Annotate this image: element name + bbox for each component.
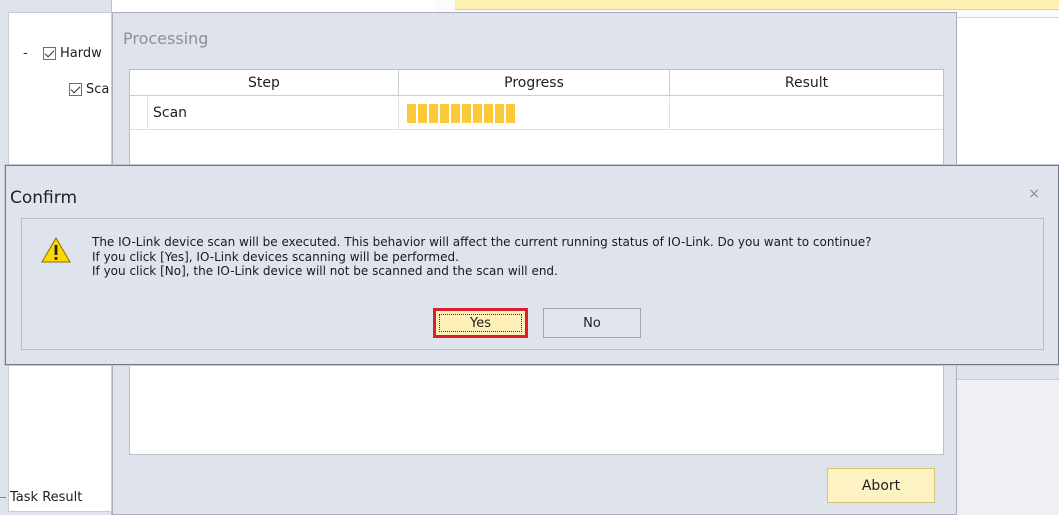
- progress-cell: [399, 97, 670, 130]
- processing-title: Processing: [123, 29, 209, 48]
- progress-segment: [506, 104, 515, 123]
- close-icon[interactable]: ×: [1028, 186, 1040, 202]
- result-cell: [670, 97, 943, 130]
- message-line: If you click [Yes], IO-Link devices scan…: [92, 249, 459, 264]
- column-header-result[interactable]: Result: [670, 70, 943, 96]
- progress-segment: [473, 104, 482, 123]
- abort-button[interactable]: Abort: [827, 468, 935, 503]
- progress-segment: [407, 104, 416, 123]
- message-line: If you click [No], the IO-Link device wi…: [92, 264, 558, 278]
- task-result-group: Task Result: [0, 490, 82, 505]
- column-header-step[interactable]: Step: [130, 70, 399, 96]
- yes-button[interactable]: Yes: [433, 308, 528, 338]
- confirm-dialog: Confirm × The IO-Link device scan will b…: [5, 165, 1059, 365]
- column-header-progress[interactable]: Progress: [399, 70, 670, 96]
- tree-item-label: Sca: [86, 81, 110, 97]
- progress-segment: [418, 104, 427, 123]
- progress-segment: [440, 104, 449, 123]
- background-right-inner: [957, 379, 1059, 515]
- tree-item-hardware[interactable]: - Hardw: [23, 43, 102, 63]
- table-header: Step Progress Result: [130, 70, 943, 96]
- warning-icon: [41, 237, 71, 263]
- confirm-title: Confirm: [10, 188, 78, 208]
- progress-segment: [451, 104, 460, 123]
- tree-item-label: Hardw: [60, 45, 102, 61]
- task-result-label: Task Result: [10, 490, 83, 505]
- progress-segment: [495, 104, 504, 123]
- background-highlight-bar: [455, 0, 1059, 10]
- collapse-icon[interactable]: -: [23, 46, 33, 61]
- confirm-body: The IO-Link device scan will be executed…: [21, 218, 1044, 350]
- progress-segment: [484, 104, 493, 123]
- group-line: [0, 497, 6, 498]
- no-button[interactable]: No: [543, 308, 641, 338]
- tree-checkbox-scan[interactable]: [69, 82, 82, 96]
- step-cell: Scan: [148, 97, 399, 130]
- progress-segment: [429, 104, 438, 123]
- confirm-message: The IO-Link device scan will be executed…: [92, 235, 871, 279]
- row-selector[interactable]: [130, 97, 148, 129]
- progress-bar: [407, 97, 669, 130]
- tree-checkbox-hardware[interactable]: [43, 46, 56, 60]
- table-row[interactable]: Scan: [130, 97, 943, 130]
- background-right-panel: [957, 360, 1059, 515]
- message-line: The IO-Link device scan will be executed…: [92, 235, 872, 249]
- progress-segment: [462, 104, 471, 123]
- tree-item-scan[interactable]: Sca: [69, 79, 109, 99]
